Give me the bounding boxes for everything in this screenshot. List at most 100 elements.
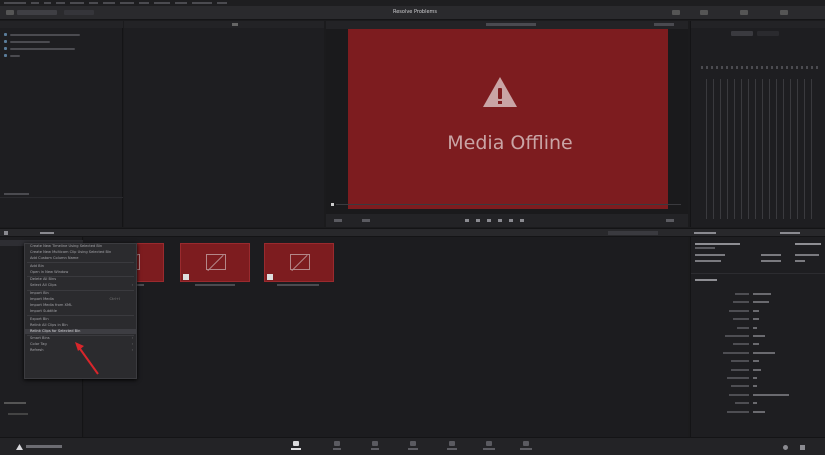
metadata-icon[interactable] (700, 10, 708, 15)
locations-header (0, 21, 123, 28)
context-menu-item[interactable]: Select All Clips › (25, 283, 136, 289)
media-storage-locations (0, 21, 123, 227)
page-deliver[interactable] (517, 441, 535, 455)
storage-location[interactable] (0, 45, 123, 52)
menu-item[interactable] (70, 2, 84, 4)
meters-tab[interactable] (731, 31, 753, 36)
color-page-icon (449, 441, 455, 446)
menu-item[interactable] (103, 2, 115, 4)
menu-item[interactable] (139, 2, 149, 4)
jump-start-icon[interactable] (465, 219, 469, 222)
stop-icon[interactable] (487, 219, 491, 222)
metadata-key (727, 377, 749, 379)
metadata-row[interactable] (691, 299, 825, 305)
jump-end-icon[interactable] (509, 219, 513, 222)
metadata-row[interactable] (691, 358, 825, 364)
context-menu-item[interactable]: Open in New Window (25, 270, 136, 276)
menu-item[interactable] (89, 2, 98, 4)
context-menu-item-label: Create New Timeline Using Selected Bin (30, 244, 103, 248)
play-icon[interactable] (498, 219, 502, 222)
embedded-audio-panel (690, 21, 825, 227)
metadata-row[interactable] (691, 375, 825, 381)
metadata-row[interactable] (691, 291, 825, 297)
metadata-preset[interactable] (780, 232, 800, 234)
metadata-row[interactable] (691, 383, 825, 389)
menu-item[interactable] (192, 2, 212, 4)
app-brand-mark (26, 445, 62, 448)
smart-bin-item[interactable] (8, 413, 28, 415)
page-fairlight[interactable] (480, 441, 498, 455)
view-options[interactable] (608, 231, 658, 235)
menu-item[interactable] (44, 2, 51, 4)
audio-icon[interactable] (672, 10, 680, 15)
menu-item[interactable] (120, 2, 134, 4)
audio-scrub-icon[interactable] (362, 219, 370, 222)
clip-name (277, 284, 319, 286)
metadata-row[interactable] (691, 367, 825, 373)
storage-location[interactable] (0, 38, 123, 45)
page-media[interactable] (287, 441, 305, 455)
zoom-control[interactable] (334, 219, 342, 222)
context-menu-item-label: Select All Clips (30, 283, 57, 288)
context-menu-item-label: Relink Clips for Selected Bin (30, 328, 81, 333)
clone-tool-tab[interactable] (64, 10, 94, 15)
menu-item[interactable] (56, 2, 65, 4)
context-menu-item[interactable]: Import Subtitle (25, 309, 136, 315)
context-menu-item[interactable]: Relink Clips for Selected Bin (25, 328, 136, 335)
metadata-row[interactable] (691, 350, 825, 356)
metadata-row[interactable] (691, 316, 825, 322)
storage-location[interactable] (0, 31, 123, 38)
context-menu-item-label: Refresh (30, 348, 44, 353)
inspector-icon[interactable] (740, 10, 748, 15)
menu-item[interactable] (217, 2, 227, 4)
page-fusion[interactable] (404, 441, 422, 455)
media-storage-icon[interactable] (6, 10, 14, 15)
metadata-row[interactable] (691, 333, 825, 339)
clip-thumbnail[interactable] (180, 243, 250, 282)
context-menu-item-label: Export Bin (30, 316, 49, 321)
media-storage-browser[interactable] (124, 21, 324, 227)
metadata-row[interactable] (691, 400, 825, 406)
context-menu-item[interactable]: Add Custom Column Name (25, 256, 136, 262)
metadata-key (729, 393, 749, 396)
waveform-tab[interactable] (757, 31, 779, 36)
dropdown-arrow-icon[interactable] (232, 23, 238, 26)
context-menu-item-label: Smart Bins (30, 336, 50, 341)
metadata-row[interactable] (691, 392, 825, 398)
metadata-key (733, 301, 749, 304)
scrubber-handle[interactable] (331, 203, 334, 206)
scrub-bar[interactable] (336, 204, 681, 205)
capture-icon[interactable] (780, 10, 788, 15)
media-pool-clips[interactable] (84, 237, 688, 437)
menu-item[interactable] (31, 2, 39, 4)
page-color[interactable] (443, 441, 461, 455)
transport-controls (326, 214, 688, 227)
media-storage-tab[interactable] (17, 10, 57, 15)
context-menu-item-label: Import Media from XML (30, 303, 73, 308)
panel-toggle-icon[interactable] (4, 231, 8, 235)
home-icon[interactable] (783, 445, 788, 450)
settings-icon[interactable] (800, 445, 805, 450)
metadata-row[interactable] (691, 325, 825, 331)
clip-thumbnail[interactable] (264, 243, 334, 282)
metadata-key (731, 360, 749, 363)
page-edit[interactable] (366, 441, 384, 455)
top-toolbar: Resolve Problems (0, 6, 825, 20)
clip-codec (795, 243, 821, 245)
page-cut[interactable] (328, 441, 346, 455)
viewer-frame (348, 29, 668, 209)
rewind-icon[interactable] (476, 219, 480, 222)
mark-in-out-icon[interactable] (666, 219, 674, 222)
menu-item[interactable] (175, 2, 187, 4)
metadata-row[interactable] (691, 409, 825, 415)
metadata-row[interactable] (691, 341, 825, 347)
loop-icon[interactable] (520, 219, 524, 222)
menu-item[interactable] (4, 2, 26, 4)
menu-item[interactable] (154, 2, 170, 4)
divider (0, 197, 123, 198)
metadata-key (735, 293, 749, 295)
metadata-value (753, 368, 761, 371)
storage-location[interactable] (0, 52, 123, 59)
metadata-value (753, 326, 757, 329)
metadata-row[interactable] (691, 308, 825, 314)
